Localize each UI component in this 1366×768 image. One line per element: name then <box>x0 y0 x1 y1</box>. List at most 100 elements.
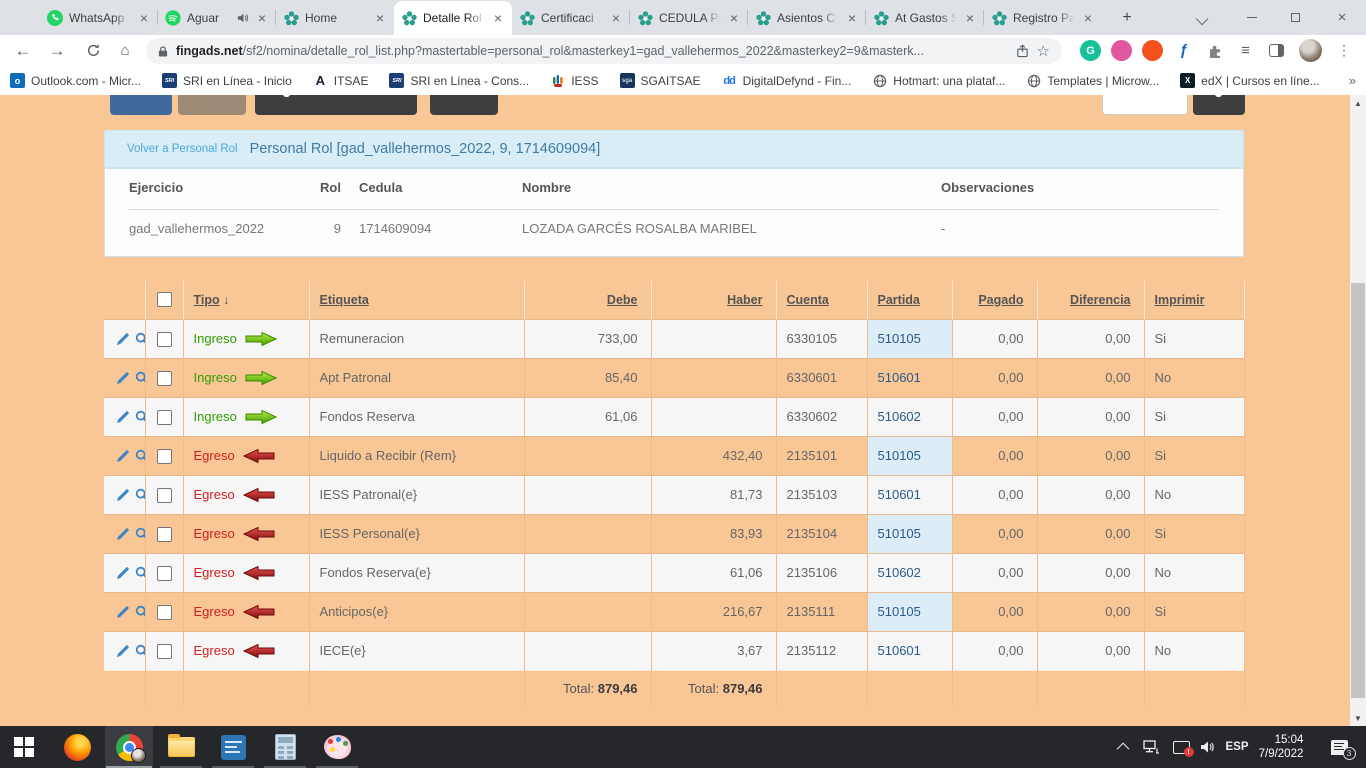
column-sort-link[interactable]: Debe <box>607 293 638 307</box>
blue-extension-icon[interactable]: ƒ <box>1173 40 1194 61</box>
bookmark-iess[interactable]: IESS <box>550 73 598 88</box>
bookmarks-overflow-icon[interactable]: » <box>1349 66 1356 95</box>
toolbar-button-dark-right[interactable] <box>1193 95 1245 115</box>
view-icon[interactable] <box>135 449 145 463</box>
pink-extension-icon[interactable] <box>1111 40 1132 61</box>
bookmark-sri-en-l-nea-cons-[interactable]: SRISRI en Línea - Cons... <box>389 73 529 88</box>
view-icon[interactable] <box>135 644 145 658</box>
tab-close-icon[interactable]: × <box>255 10 269 26</box>
network-icon[interactable] <box>1140 726 1162 768</box>
bookmark-digitaldefynd-fin-[interactable]: ddDigitalDefynd - Fin... <box>722 73 852 88</box>
browser-tab-certificaci[interactable]: Certificaci× <box>512 1 630 35</box>
browser-tab-at-gastos-s[interactable]: At Gastos S× <box>866 1 984 35</box>
partida-link[interactable]: 510105 <box>878 448 921 463</box>
edit-icon[interactable] <box>116 527 130 541</box>
language-indicator[interactable]: ESP <box>1222 726 1252 768</box>
column-sort-link[interactable]: Partida <box>878 293 920 307</box>
notification-center-icon[interactable]: 3 <box>1322 726 1356 768</box>
tab-audio-icon[interactable] <box>237 12 249 24</box>
tab-close-icon[interactable]: × <box>373 10 387 26</box>
browser-tab-cedula-pr[interactable]: CEDULA PR× <box>630 1 748 35</box>
browser-tab-detalle-rol[interactable]: Detalle Rol× <box>394 1 512 35</box>
column-sort-link[interactable]: Imprimir <box>1155 293 1205 307</box>
row-checkbox[interactable] <box>157 488 172 503</box>
vertical-scrollbar[interactable]: ▲ ▼ <box>1350 95 1366 726</box>
partida-link[interactable]: 510602 <box>878 565 921 580</box>
scroll-up-icon[interactable]: ▲ <box>1350 95 1366 111</box>
back-icon[interactable]: ← <box>10 35 36 66</box>
view-icon[interactable] <box>135 527 145 541</box>
browser-tab-aguar[interactable]: Aguar× <box>158 1 276 35</box>
row-checkbox[interactable] <box>157 449 172 464</box>
scroll-down-icon[interactable]: ▼ <box>1350 710 1366 726</box>
home-icon[interactable]: ⌂ <box>112 35 138 66</box>
bookmark-outlook-com-micr-[interactable]: oOutlook.com - Micr... <box>10 73 141 88</box>
taskbar-calculator-icon[interactable] <box>261 726 309 768</box>
column-sort-link[interactable]: Etiqueta <box>320 293 369 307</box>
row-checkbox[interactable] <box>157 371 172 386</box>
column-sort-link[interactable]: Diferencia <box>1070 293 1130 307</box>
edit-icon[interactable] <box>116 605 130 619</box>
edit-icon[interactable] <box>116 566 130 580</box>
view-icon[interactable] <box>135 566 145 580</box>
bookmark-hotmart-una-plataf-[interactable]: Hotmart: una plataf... <box>872 73 1005 88</box>
edit-icon[interactable] <box>116 410 130 424</box>
forward-icon[interactable]: → <box>44 35 70 66</box>
tab-close-icon[interactable]: × <box>1081 10 1095 26</box>
partida-link[interactable]: 510105 <box>878 604 921 619</box>
maximize-button[interactable] <box>1275 0 1315 35</box>
partida-link[interactable]: 510602 <box>878 409 921 424</box>
bookmark-itsae[interactable]: AITSAE <box>313 73 369 88</box>
tray-expand-icon[interactable] <box>1114 726 1134 768</box>
profile-avatar[interactable] <box>1299 39 1322 62</box>
tab-close-icon[interactable]: × <box>845 10 859 26</box>
view-icon[interactable] <box>135 371 145 385</box>
new-tab-button[interactable]: + <box>1116 7 1138 29</box>
partida-link[interactable]: 510105 <box>878 526 921 541</box>
close-window-button[interactable]: × <box>1322 0 1362 35</box>
view-icon[interactable] <box>135 605 145 619</box>
column-sort-link[interactable]: Haber <box>727 293 762 307</box>
share-icon[interactable] <box>1016 44 1029 58</box>
side-panel-icon[interactable] <box>1266 40 1287 61</box>
row-checkbox[interactable] <box>157 644 172 659</box>
toolbar-button-dark-wide[interactable] <box>255 95 417 115</box>
edit-icon[interactable] <box>116 488 130 502</box>
taskbar-explorer-icon[interactable] <box>157 726 205 768</box>
partida-link[interactable]: 510601 <box>878 370 921 385</box>
partida-link[interactable]: 510105 <box>878 331 921 346</box>
browser-tab-asientos-c[interactable]: Asientos C× <box>748 1 866 35</box>
row-checkbox[interactable] <box>157 605 172 620</box>
tab-close-icon[interactable]: × <box>137 10 151 26</box>
row-checkbox[interactable] <box>157 410 172 425</box>
column-sort-link[interactable]: Tipo <box>194 293 220 307</box>
page-size-select[interactable]: 20 <box>1102 95 1188 115</box>
address-bar[interactable]: fingads.net/sf2/nomina/detalle_rol_list.… <box>146 38 1062 64</box>
reading-list-icon[interactable]: ≡ <box>1235 40 1256 61</box>
browser-tab-whatsapp[interactable]: WhatsApp× <box>40 1 158 35</box>
tab-close-icon[interactable]: × <box>491 10 505 26</box>
edit-icon[interactable] <box>116 332 130 346</box>
bookmark-sri-en-l-nea-inicio[interactable]: SRISRI en Línea - Inicio <box>162 73 292 88</box>
toolbar-button-dark[interactable] <box>430 95 498 115</box>
scrollbar-thumb[interactable] <box>1351 283 1365 698</box>
column-sort-link[interactable]: Pagado <box>978 293 1023 307</box>
partida-link[interactable]: 510601 <box>878 643 921 658</box>
taskbar-blue-app-icon[interactable] <box>209 726 257 768</box>
reload-icon[interactable] <box>80 35 106 66</box>
clock[interactable]: 15:047/9/2022 <box>1252 726 1310 768</box>
taskbar-firefox-icon[interactable] <box>53 726 101 768</box>
browser-tab-home[interactable]: Home× <box>276 1 394 35</box>
view-icon[interactable] <box>135 410 145 424</box>
bookmark-sgaitsae[interactable]: sgaSGAITSAE <box>620 73 701 88</box>
taskbar-chrome-icon[interactable] <box>105 726 153 768</box>
start-button[interactable] <box>0 726 48 768</box>
toolbar-button-blue[interactable] <box>110 95 172 115</box>
row-checkbox[interactable] <box>157 527 172 542</box>
edit-icon[interactable] <box>116 371 130 385</box>
minimize-button[interactable] <box>1232 0 1272 35</box>
column-sort-link[interactable]: Cuenta <box>787 293 829 307</box>
tab-close-icon[interactable]: × <box>727 10 741 26</box>
orange-extension-icon[interactable] <box>1142 40 1163 61</box>
select-all-checkbox[interactable] <box>157 292 172 307</box>
